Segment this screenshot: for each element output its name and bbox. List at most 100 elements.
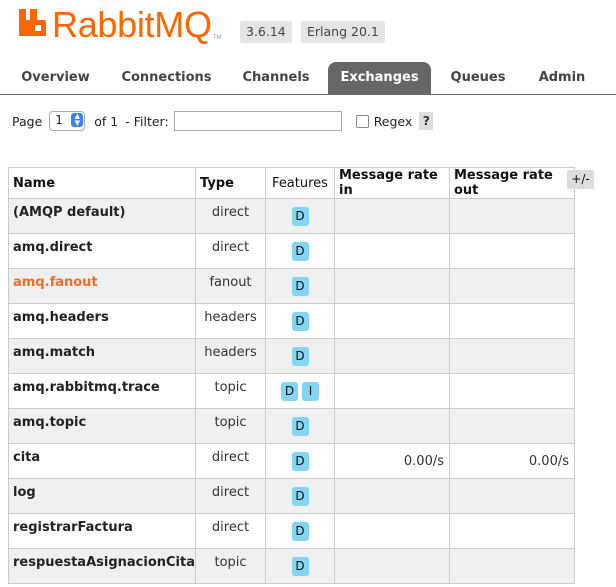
message-rate-in bbox=[334, 303, 450, 339]
table-header-row: Name Type Features Message rate in Messa… bbox=[8, 167, 575, 199]
exchange-features: D bbox=[265, 408, 335, 444]
exchange-name-link[interactable]: registrarFactura bbox=[8, 513, 196, 549]
table-row[interactable]: amq.headers headers D bbox=[8, 303, 575, 339]
table-row[interactable]: amq.topic topic D bbox=[8, 408, 575, 444]
exchanges-table: Name Type Features Message rate in Messa… bbox=[8, 167, 575, 584]
message-rate-out bbox=[449, 408, 575, 444]
exchange-type: direct bbox=[195, 443, 266, 479]
message-rate-in bbox=[334, 268, 450, 304]
exchange-name-link[interactable]: amq.match bbox=[8, 338, 196, 374]
logo-text: RabbitMQ bbox=[52, 4, 212, 45]
page-select[interactable]: 1 ▲ ▼ bbox=[49, 111, 86, 131]
exchange-type: direct bbox=[195, 513, 266, 549]
exchange-features: D bbox=[265, 443, 335, 479]
table-row[interactable]: amq.rabbitmq.trace topic D I bbox=[8, 373, 575, 409]
table-row[interactable]: respuestaAsignacionCita topic D bbox=[8, 548, 575, 584]
message-rate-out bbox=[449, 513, 575, 549]
table-row[interactable]: registrarFactura direct D bbox=[8, 513, 575, 549]
message-rate-out bbox=[449, 303, 575, 339]
message-rate-out bbox=[449, 268, 575, 304]
exchange-name-link[interactable]: (AMQP default) bbox=[8, 198, 196, 234]
regex-label: Regex bbox=[373, 113, 413, 129]
durable-badge: D bbox=[291, 451, 309, 471]
exchange-type: fanout bbox=[195, 268, 266, 304]
rabbitmq-logo[interactable]: RabbitMQ TM bbox=[18, 5, 221, 45]
message-rate-in bbox=[334, 408, 450, 444]
exchange-features: D bbox=[265, 268, 335, 304]
exchange-name-link[interactable]: amq.fanout bbox=[8, 268, 196, 304]
header: RabbitMQ TM 3.6.14 Erlang 20.1 bbox=[0, 0, 616, 60]
column-header-rate-in[interactable]: Message rate in bbox=[334, 167, 450, 199]
filter-label: - Filter: bbox=[125, 113, 169, 129]
exchange-features: D bbox=[265, 338, 335, 374]
tab-overview[interactable]: Overview bbox=[10, 62, 101, 94]
stepper-arrows-icon: ▲ ▼ bbox=[71, 113, 84, 127]
page-label: Page bbox=[12, 113, 43, 129]
page-select-value: 1 bbox=[55, 113, 63, 127]
message-rate-out bbox=[449, 198, 575, 234]
rabbit-logo-icon bbox=[19, 9, 46, 36]
internal-badge: I bbox=[302, 381, 319, 401]
exchange-type: direct bbox=[195, 233, 266, 269]
message-rate-in bbox=[334, 233, 450, 269]
exchange-features: D bbox=[265, 478, 335, 514]
table-row[interactable]: amq.match headers D bbox=[8, 338, 575, 374]
exchange-name-link[interactable]: respuestaAsignacionCita bbox=[8, 548, 196, 584]
exchange-name-link[interactable]: log bbox=[8, 478, 196, 514]
exchange-features: DI bbox=[265, 373, 335, 409]
message-rate-in: 0.00/s bbox=[334, 443, 450, 479]
tab-queues[interactable]: Queues bbox=[440, 62, 516, 94]
exchange-name-link[interactable]: amq.direct bbox=[8, 233, 196, 269]
message-rate-in bbox=[334, 338, 450, 374]
message-rate-out bbox=[449, 548, 575, 584]
table-row[interactable]: log direct D bbox=[8, 478, 575, 514]
tab-channels[interactable]: Channels bbox=[230, 62, 322, 94]
exchange-features: D bbox=[265, 513, 335, 549]
durable-badge: D bbox=[291, 416, 309, 436]
message-rate-in bbox=[334, 513, 450, 549]
durable-badge: D bbox=[291, 346, 309, 366]
main-nav: Overview Connections Channels Exchanges … bbox=[0, 62, 616, 95]
column-header-name[interactable]: Name bbox=[8, 167, 196, 199]
regex-checkbox[interactable] bbox=[355, 114, 369, 128]
exchange-name-link[interactable]: cita bbox=[8, 443, 196, 479]
column-header-rate-out[interactable]: Message rate out bbox=[449, 167, 575, 199]
column-selector-button[interactable]: +/- bbox=[567, 170, 594, 189]
table-row[interactable]: cita direct D 0.00/s 0.00/s bbox=[8, 443, 575, 479]
durable-badge: D bbox=[291, 206, 309, 226]
column-header-features: Features bbox=[265, 167, 335, 199]
exchange-type: topic bbox=[195, 548, 266, 584]
pagination-filter-bar: Page 1 ▲ ▼ of 1 - Filter: Regex ? bbox=[12, 110, 434, 132]
exchange-features: D bbox=[265, 303, 335, 339]
exchange-type: topic bbox=[195, 408, 266, 444]
message-rate-in bbox=[334, 478, 450, 514]
exchange-name-link[interactable]: amq.rabbitmq.trace bbox=[8, 373, 196, 409]
message-rate-in bbox=[334, 548, 450, 584]
filter-input[interactable] bbox=[173, 111, 342, 131]
exchange-type: direct bbox=[195, 478, 266, 514]
regex-help-button[interactable]: ? bbox=[419, 112, 434, 130]
tab-exchanges[interactable]: Exchanges bbox=[328, 62, 431, 94]
message-rate-out bbox=[449, 338, 575, 374]
message-rate-in bbox=[334, 198, 450, 234]
tab-admin[interactable]: Admin bbox=[526, 62, 598, 94]
trademark-mark: TM bbox=[212, 35, 222, 41]
exchange-features: D bbox=[265, 233, 335, 269]
table-row[interactable]: amq.direct direct D bbox=[8, 233, 575, 269]
exchange-features: D bbox=[265, 198, 335, 234]
exchange-type: direct bbox=[195, 198, 266, 234]
exchange-name-link[interactable]: amq.topic bbox=[8, 408, 196, 444]
durable-badge: D bbox=[291, 311, 309, 331]
exchange-name-link[interactable]: amq.headers bbox=[8, 303, 196, 339]
durable-badge: D bbox=[281, 381, 298, 401]
table-row[interactable]: (AMQP default) direct D bbox=[8, 198, 575, 234]
table-row[interactable]: amq.fanout fanout D bbox=[8, 268, 575, 304]
exchanges-table-body: (AMQP default) direct Damq.direct direct Dam… bbox=[8, 198, 575, 584]
exchange-type: headers bbox=[195, 303, 266, 339]
exchange-type: topic bbox=[195, 373, 266, 409]
durable-badge: D bbox=[291, 486, 309, 506]
tab-connections[interactable]: Connections bbox=[113, 62, 220, 94]
exchange-features: D bbox=[265, 548, 335, 584]
column-header-type[interactable]: Type bbox=[195, 167, 266, 199]
durable-badge: D bbox=[291, 276, 309, 296]
